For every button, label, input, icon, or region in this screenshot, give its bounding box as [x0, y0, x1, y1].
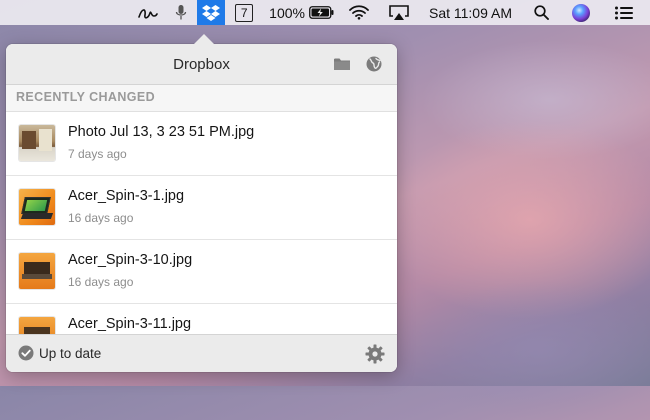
battery-charging-icon: [309, 6, 335, 19]
globe-icon[interactable]: [365, 55, 383, 73]
popover-arrow: [194, 34, 214, 44]
file-modified: 16 days ago: [68, 275, 134, 289]
file-name: Acer_Spin-3-1.jpg: [68, 188, 185, 204]
wifi-icon[interactable]: [339, 0, 379, 25]
airplay-icon[interactable]: [379, 0, 419, 25]
checkmark-icon: [18, 345, 34, 361]
file-row[interactable]: Acer_Spin-3-10.jpg 16 days ago: [6, 240, 397, 304]
dropbox-menu-icon[interactable]: [197, 0, 226, 25]
siri-icon[interactable]: [560, 0, 602, 25]
file-name: Acer_Spin-3-10.jpg: [68, 252, 193, 268]
laptop-thumbnail: [19, 189, 55, 225]
file-modified: 7 days ago: [68, 147, 127, 161]
laptop-thumbnail: [19, 317, 55, 334]
handwriting-icon[interactable]: [129, 0, 165, 25]
section-header: RECENTLY CHANGED: [6, 85, 397, 112]
file-row[interactable]: Acer_Spin-3-11.jpg: [6, 304, 397, 334]
spotlight-search-icon[interactable]: [522, 0, 560, 25]
file-name: Photo Jul 13, 3 23 51 PM.jpg: [68, 124, 255, 140]
battery-percent: 100%: [269, 4, 305, 21]
popover-footer: Up to date: [6, 334, 397, 372]
microphone-icon[interactable]: [165, 0, 197, 25]
file-row[interactable]: Photo Jul 13, 3 23 51 PM.jpg 7 days ago: [6, 112, 397, 176]
dropbox-popover: Dropbox RECENTLY CHANGED Photo Jul 13, 3…: [6, 44, 397, 372]
folder-icon[interactable]: [333, 55, 351, 73]
sync-status: Up to date: [39, 346, 102, 361]
notification-center-icon[interactable]: [602, 0, 650, 25]
popover-header: Dropbox: [6, 44, 397, 85]
file-row[interactable]: Acer_Spin-3-1.jpg 16 days ago: [6, 176, 397, 240]
section-title: RECENTLY CHANGED: [16, 90, 156, 104]
battery-status[interactable]: 100%: [263, 0, 339, 25]
menu-bar: 7 100% Sat 11:09 AM: [0, 0, 650, 25]
gear-icon[interactable]: [365, 344, 385, 364]
recent-files-list[interactable]: Photo Jul 13, 3 23 51 PM.jpg 7 days ago …: [6, 112, 397, 334]
file-modified: 16 days ago: [68, 211, 134, 225]
file-name: Acer_Spin-3-11.jpg: [68, 316, 192, 332]
laptop-thumbnail: [19, 253, 55, 289]
menubar-clock[interactable]: Sat 11:09 AM: [419, 0, 522, 25]
calendar-icon[interactable]: 7: [225, 0, 263, 25]
photo-thumbnail: [19, 125, 55, 161]
